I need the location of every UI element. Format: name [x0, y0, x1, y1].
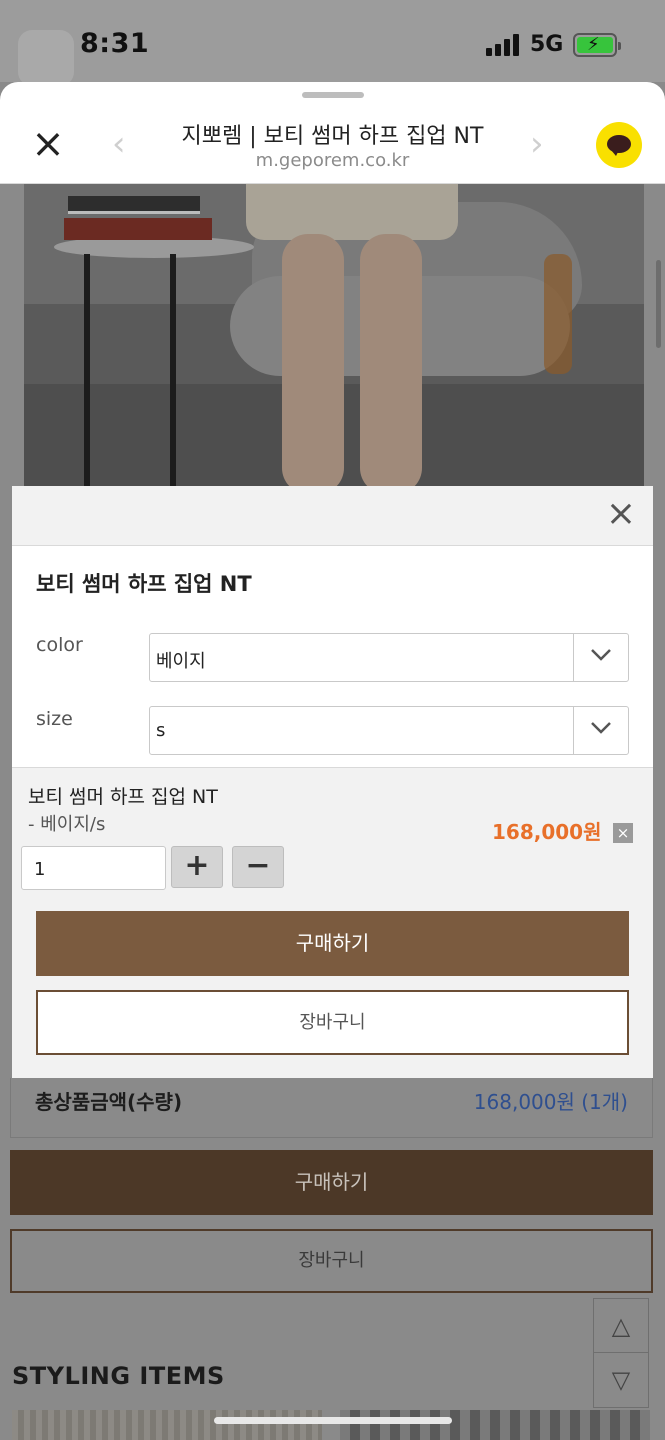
network-type: 5G — [530, 32, 564, 57]
selected-item-box: 보티 썸머 하프 집업 NT - 베이지/s 168,000원 × 1 + − … — [12, 767, 653, 1078]
sheet-grabber[interactable] — [302, 92, 364, 98]
in-app-browser-header: × ‹ 지뽀렘 | 보티 썸머 하프 집업 NT m.geporem.co.kr… — [0, 82, 665, 184]
total-price-row: 총상품금액(수량) 168,000원 (1개) — [10, 1078, 653, 1138]
cellular-signal-icon — [486, 34, 522, 56]
color-option-label: color — [36, 634, 83, 656]
chevron-down-icon[interactable] — [573, 634, 628, 681]
page-url: m.geporem.co.kr — [255, 150, 410, 171]
modal-header: × — [12, 486, 653, 546]
total-price-label: 총상품금액(수량) — [35, 1090, 183, 1114]
size-option-label: size — [36, 708, 73, 730]
status-time: 8:31 — [80, 28, 150, 59]
size-select[interactable]: s — [149, 706, 629, 755]
status-bar: 8:31 5G ⚡ — [0, 0, 665, 86]
size-select-value: s — [156, 720, 166, 741]
page-title: 지뽀렘 | 보티 썸머 하프 집업 NT — [181, 124, 484, 149]
add-to-cart-button[interactable]: 장바구니 — [36, 990, 629, 1055]
scroll-up-icon[interactable]: △ — [594, 1299, 648, 1353]
background-app-icon — [18, 30, 74, 86]
selected-item-price: 168,000원 — [492, 820, 602, 844]
close-icon[interactable]: × — [30, 124, 66, 164]
product-photo — [24, 184, 644, 486]
styling-item-thumbnail[interactable] — [12, 1410, 322, 1440]
total-price-value: 168,000원 (1개) — [473, 1090, 628, 1114]
quantity-input[interactable]: 1 — [21, 846, 166, 890]
option-modal: × 보티 썸머 하프 집업 NT color 베이지 size s 보티 썸머 … — [12, 486, 653, 1078]
modal-product-title: 보티 썸머 하프 집업 NT — [36, 572, 252, 596]
chevron-down-icon[interactable] — [573, 707, 628, 754]
color-select-value: 베이지 — [156, 651, 206, 672]
quantity-decrease-button[interactable]: − — [232, 846, 284, 888]
chevron-left-icon[interactable]: ‹ — [112, 124, 126, 164]
color-select[interactable]: 베이지 — [149, 633, 629, 682]
kakao-chat-icon[interactable] — [596, 122, 642, 168]
selected-item-option: - 베이지/s — [28, 814, 106, 835]
page-add-to-cart-button[interactable]: 장바구니 — [10, 1229, 653, 1293]
buy-now-button[interactable]: 구매하기 — [36, 911, 629, 976]
battery-charging-icon: ⚡ — [573, 33, 621, 57]
scroll-down-icon[interactable]: ▽ — [594, 1353, 648, 1407]
quantity-increase-button[interactable]: + — [171, 846, 223, 888]
chevron-right-icon[interactable]: › — [530, 124, 544, 164]
remove-item-icon[interactable]: × — [613, 823, 633, 843]
styling-item-thumbnail[interactable] — [340, 1410, 650, 1440]
selected-item-name: 보티 썸머 하프 집업 NT — [28, 786, 218, 808]
page-buy-now-button[interactable]: 구매하기 — [10, 1150, 653, 1215]
close-icon[interactable]: × — [605, 496, 637, 532]
scroll-buttons: △ ▽ — [593, 1298, 649, 1408]
styling-items-heading: STYLING ITEMS — [12, 1362, 225, 1390]
page-scrollbar[interactable] — [656, 260, 661, 348]
home-indicator[interactable] — [214, 1417, 452, 1424]
